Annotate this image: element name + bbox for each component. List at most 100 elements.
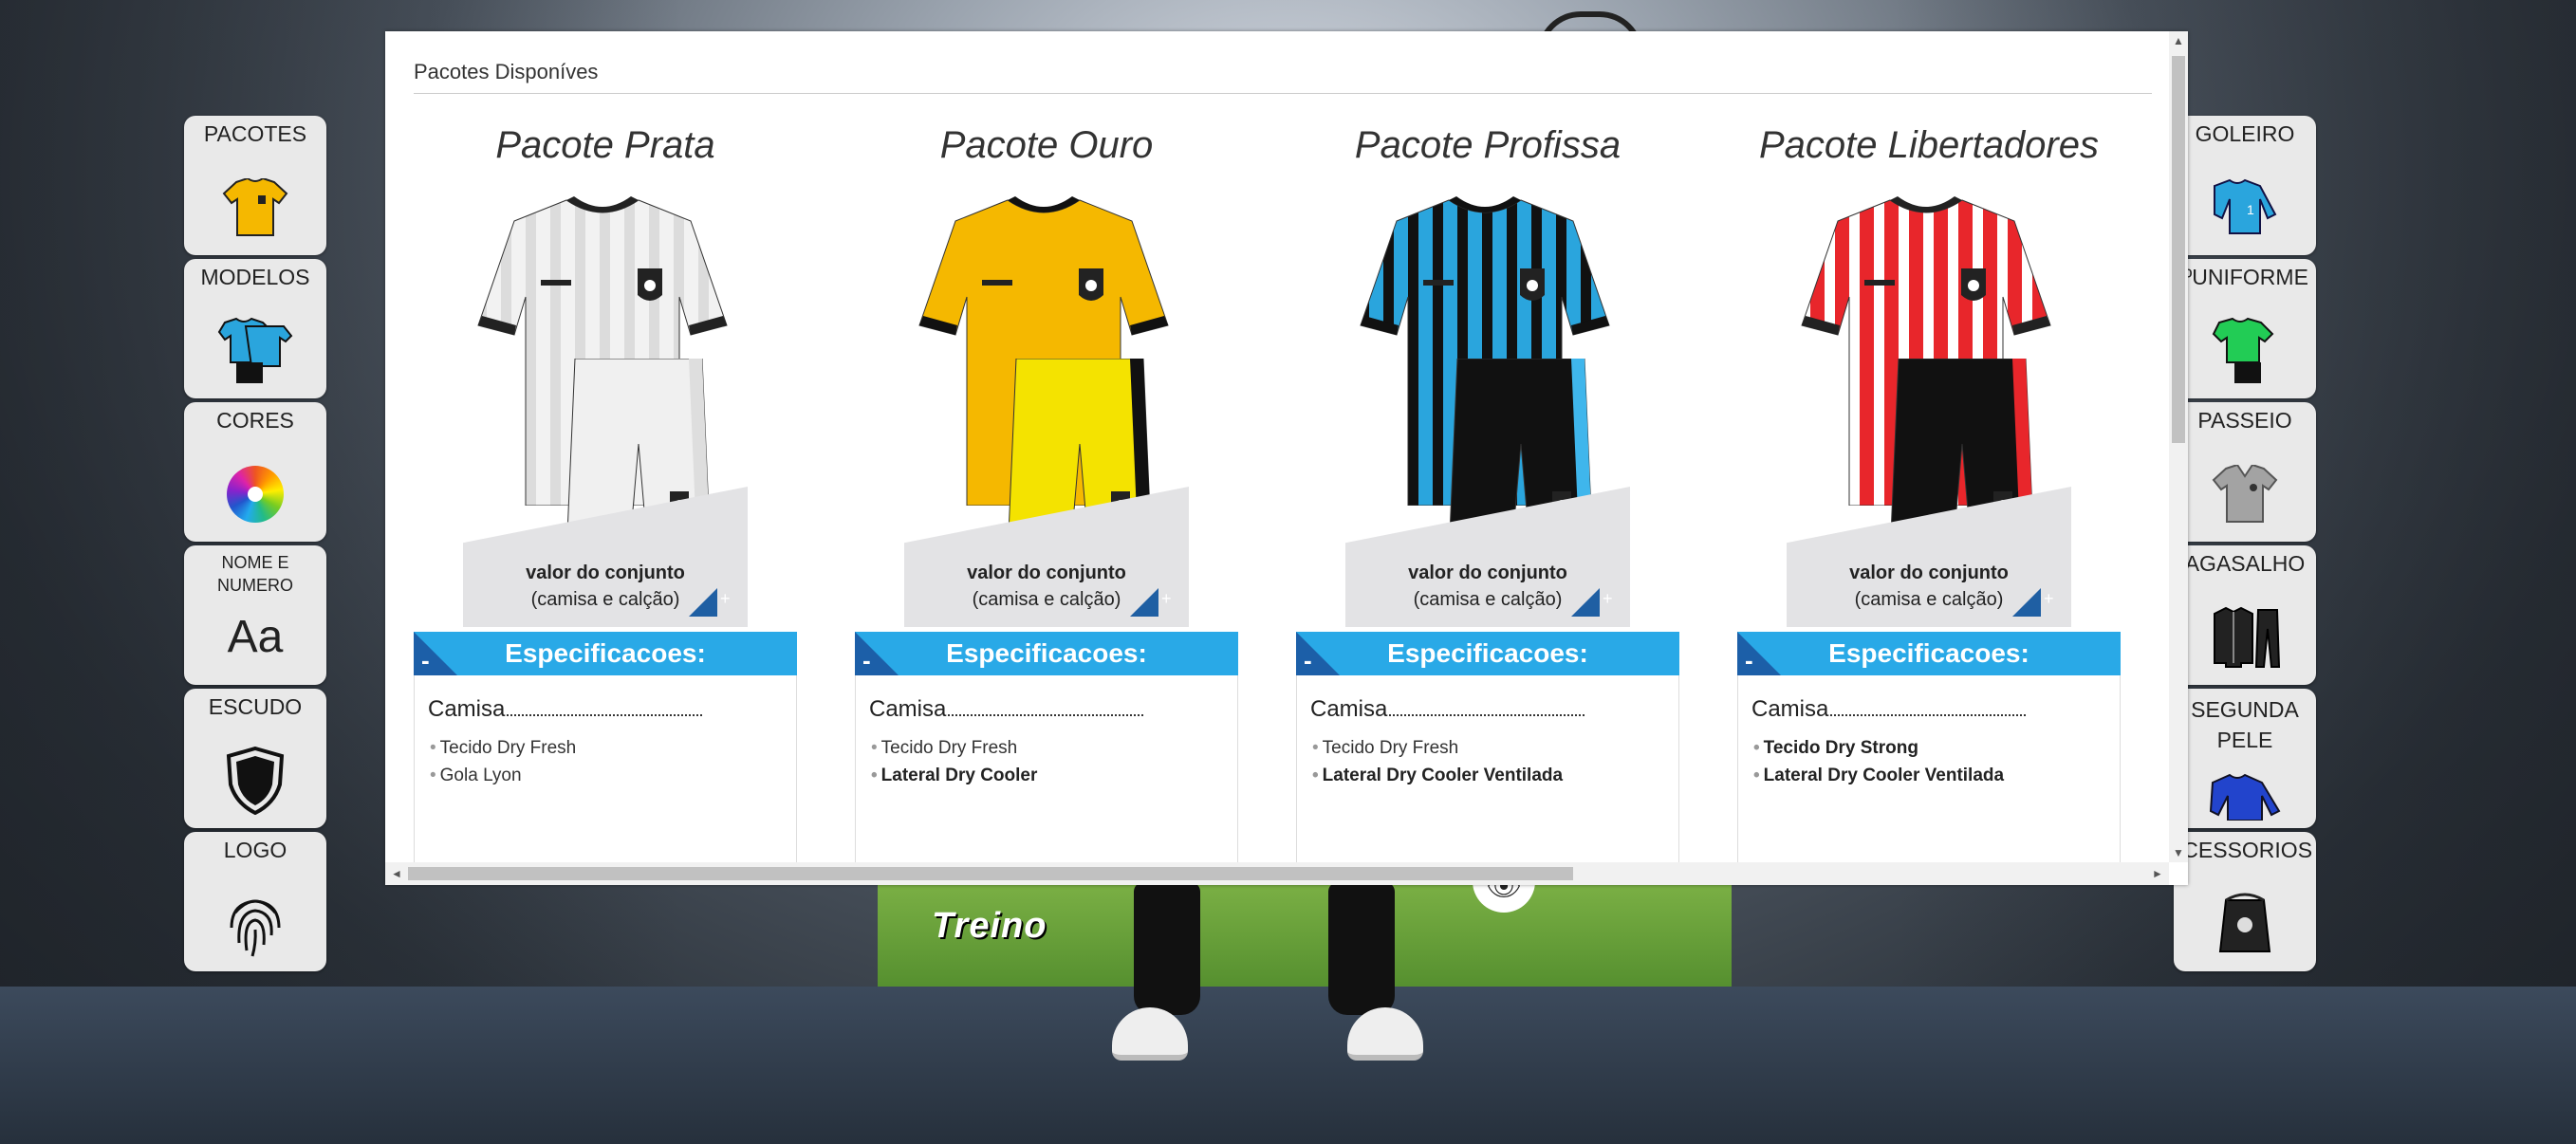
package-title: Pacote Libertadores <box>1758 124 2099 166</box>
spec-body: Camisa Tecido Dry Strong Lateral Dry Cool… <box>1737 675 2121 866</box>
color-wheel-icon <box>184 460 326 528</box>
package-card[interactable]: Pacote Prata valor do conjunto (camisa e… <box>414 117 797 866</box>
collapse-icon[interactable]: - <box>1737 632 1781 675</box>
menu-goleiro[interactable]: GOLEIRO 1 <box>2174 116 2316 255</box>
horizontal-scroll-thumb[interactable] <box>408 867 1573 880</box>
spec-item: Tecido Dry Fresh <box>871 738 1018 759</box>
svg-text:1: 1 <box>2247 202 2254 217</box>
spec-header-label: Especificacoes: <box>1387 638 1588 668</box>
scroll-down-icon[interactable]: ▼ <box>2169 843 2188 862</box>
spec-header[interactable]: - Especificacoes: <box>414 632 797 675</box>
vertical-scrollbar[interactable]: ▲ ▼ <box>2169 31 2188 862</box>
left-menu: PACOTES MODELOS CORES NOME E NUMERO Aa E… <box>184 116 328 975</box>
packages-modal: Pacotes Disponíves Pacote Prata valor do… <box>385 31 2188 885</box>
spec-item: Tecido Dry Fresh <box>430 738 577 759</box>
menu-label: CORES <box>216 408 294 433</box>
menu-label: ESCUDO <box>208 694 303 719</box>
spec-item: Lateral Dry Cooler Ventilada <box>1753 766 2004 786</box>
menu-segunda-pele[interactable]: SEGUNDA PELE <box>2174 689 2316 828</box>
price-label: valor do conjunto <box>1408 563 1567 583</box>
fingerprint-icon <box>184 890 326 958</box>
modal-divider <box>414 93 2152 94</box>
horizontal-scrollbar[interactable]: ◄ ► <box>385 862 2169 885</box>
spec-item: Lateral Dry Cooler <box>871 766 1038 786</box>
spec-header-label: Especificacoes: <box>946 638 1147 668</box>
menu-label: 2ºUNIFORME <box>2174 265 2308 289</box>
spec-title-text: Camisa <box>1751 696 1829 722</box>
spec-header-label: Especificacoes: <box>505 638 706 668</box>
yellow-shirt-icon <box>184 174 326 242</box>
goalkeeper-kit-icon: 1 <box>2174 174 2316 242</box>
player-left-leg <box>1134 882 1200 1015</box>
menu-label: LOGO <box>223 838 287 862</box>
menu-label: AGASALHO <box>2184 551 2306 576</box>
long-sleeve-icon <box>2174 769 2316 822</box>
tracksuit-icon <box>2174 603 2316 672</box>
menu-nome-numero[interactable]: NOME E NUMERO Aa <box>184 545 326 685</box>
menu-label: SEGUNDA PELE <box>2191 697 2299 752</box>
price-corner-icon[interactable] <box>2012 588 2041 617</box>
menu-escudo[interactable]: ESCUDO <box>184 689 326 828</box>
spec-title: Camisa <box>1751 696 2027 723</box>
collapse-icon[interactable]: - <box>1296 632 1340 675</box>
spec-dots <box>507 714 703 716</box>
spec-title-text: Camisa <box>1310 696 1388 722</box>
price-label: valor do conjunto <box>526 563 685 583</box>
price-corner-icon[interactable] <box>1571 588 1600 617</box>
menu-passeio[interactable]: PASSEIO <box>2174 402 2316 542</box>
menu-agasalho[interactable]: AGASALHO <box>2174 545 2316 685</box>
price-label: valor do conjunto <box>967 563 1126 583</box>
spec-title: Camisa <box>428 696 703 723</box>
plus-icon[interactable]: + <box>720 589 731 609</box>
menu-label: PACOTES <box>203 121 307 146</box>
modal-title: Pacotes Disponíves <box>414 60 599 83</box>
spec-item: Tecido Dry Strong <box>1753 738 1918 759</box>
menu-pacotes[interactable]: PACOTES <box>184 116 326 255</box>
preview-label: Treino <box>932 906 1047 946</box>
menu-acessorios[interactable]: ACESSORIOS <box>2174 832 2316 971</box>
package-card[interactable]: Pacote Ouro valor do conjunto (camisa e … <box>855 117 1238 866</box>
menu-label: ACESSORIOS <box>2174 838 2313 862</box>
shield-icon <box>184 747 326 815</box>
package-title: Pacote Ouro <box>939 124 1154 166</box>
spec-item: Tecido Dry Fresh <box>1312 738 1459 759</box>
plus-icon[interactable]: + <box>1603 589 1613 609</box>
package-title: Pacote Profissa <box>1354 124 1622 166</box>
menu-segundo-uniforme[interactable]: 2ºUNIFORME <box>2174 259 2316 398</box>
stadium-floor <box>0 987 2576 1144</box>
spec-header-label: Especificacoes: <box>1828 638 2029 668</box>
package-title: Pacote Prata <box>495 124 715 166</box>
collapse-icon[interactable]: - <box>855 632 899 675</box>
spec-header[interactable]: - Especificacoes: <box>1737 632 2121 675</box>
plus-icon[interactable]: + <box>2044 589 2054 609</box>
package-card[interactable]: Pacote Profissa valor do conjunto (camis… <box>1296 117 1679 866</box>
menu-label: PASSEIO <box>2197 408 2292 433</box>
spec-header[interactable]: - Especificacoes: <box>1296 632 1679 675</box>
player-right-leg <box>1328 882 1395 1015</box>
menu-cores[interactable]: CORES <box>184 402 326 542</box>
spec-title: Camisa <box>869 696 1144 723</box>
scroll-left-icon[interactable]: ◄ <box>387 862 406 885</box>
right-menu: GOLEIRO 1 2ºUNIFORME PASSEIO AGASALHO SE… <box>2174 116 2318 975</box>
price-label: valor do conjunto <box>1849 563 2009 583</box>
scroll-right-icon[interactable]: ► <box>2148 862 2167 885</box>
menu-modelos[interactable]: MODELOS <box>184 259 326 398</box>
plus-icon[interactable]: + <box>1161 589 1172 609</box>
spec-title: Camisa <box>1310 696 1585 723</box>
spec-body: Camisa Tecido Dry Fresh Gola Lyon <box>414 675 797 866</box>
green-kit-icon <box>2174 317 2316 385</box>
kit-icon <box>184 317 326 385</box>
package-card[interactable]: Pacote Libertadores valor do conjunto (c… <box>1737 117 2121 866</box>
spec-item: Gola Lyon <box>430 766 522 786</box>
spec-dots <box>1389 714 1585 716</box>
price-corner-icon[interactable] <box>1130 588 1158 617</box>
spec-body: Camisa Tecido Dry Fresh Lateral Dry Coole… <box>855 675 1238 866</box>
vertical-scroll-thumb[interactable] <box>2172 56 2185 443</box>
collapse-icon[interactable]: - <box>414 632 457 675</box>
menu-logo[interactable]: LOGO <box>184 832 326 971</box>
spec-dots <box>948 714 1144 716</box>
menu-label: NOME E NUMERO <box>217 553 293 595</box>
spec-header[interactable]: - Especificacoes: <box>855 632 1238 675</box>
price-corner-icon[interactable] <box>689 588 717 617</box>
scroll-up-icon[interactable]: ▲ <box>2169 31 2188 50</box>
